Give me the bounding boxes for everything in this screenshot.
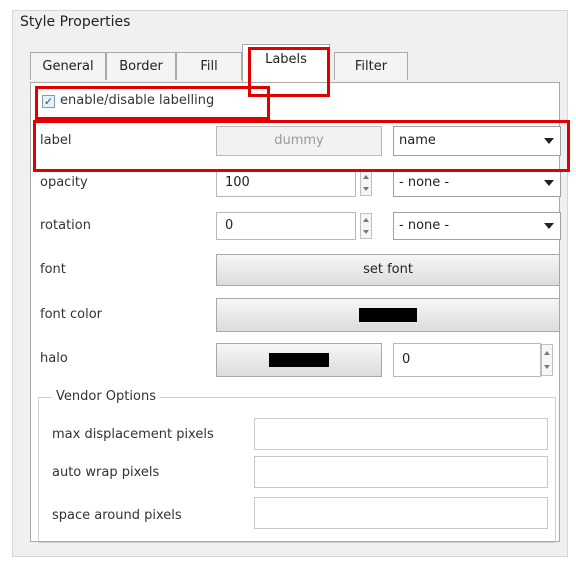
spinner-up-icon bbox=[363, 218, 369, 222]
set-font-button[interactable]: set font bbox=[216, 254, 560, 286]
label-attribute-select[interactable]: name bbox=[393, 126, 561, 156]
tab-filter[interactable]: Filter bbox=[334, 52, 408, 80]
max-displacement-label: max displacement pixels bbox=[52, 427, 214, 442]
labelling-checkbox[interactable]: ✓ bbox=[42, 95, 55, 108]
chevron-down-icon bbox=[544, 223, 554, 229]
labelling-checkbox-label: enable/disable labelling bbox=[60, 93, 215, 108]
label-row-label: label bbox=[40, 133, 72, 148]
tab-general[interactable]: General bbox=[30, 52, 106, 80]
space-around-input[interactable] bbox=[254, 497, 548, 529]
font-color-label: font color bbox=[40, 307, 103, 322]
rotation-spinner[interactable] bbox=[360, 213, 372, 239]
rotation-label: rotation bbox=[40, 218, 91, 233]
spinner-down-icon bbox=[544, 365, 550, 369]
spinner-down-icon bbox=[363, 230, 369, 234]
rotation-attribute-select[interactable]: - none - bbox=[393, 212, 561, 240]
chevron-down-icon bbox=[544, 138, 554, 144]
halo-radius-input[interactable]: 0 bbox=[393, 343, 541, 377]
tab-border[interactable]: Border bbox=[106, 52, 176, 80]
opacity-label: opacity bbox=[40, 175, 88, 190]
auto-wrap-label: auto wrap pixels bbox=[52, 465, 160, 480]
halo-color-button[interactable] bbox=[216, 343, 382, 377]
opacity-spinner[interactable] bbox=[360, 170, 372, 196]
auto-wrap-input[interactable] bbox=[254, 456, 548, 488]
opacity-attribute-select[interactable]: - none - bbox=[393, 169, 561, 197]
rotation-attribute-select-value: - none - bbox=[399, 218, 450, 233]
spinner-up-icon bbox=[363, 175, 369, 179]
label-value-field[interactable]: dummy bbox=[216, 126, 382, 156]
label-attribute-select-value: name bbox=[399, 133, 436, 148]
tab-fill[interactable]: Fill bbox=[176, 52, 242, 80]
vendor-options-title: Vendor Options bbox=[52, 389, 160, 404]
halo-radius-spinner[interactable] bbox=[541, 344, 553, 376]
tab-labels[interactable]: Labels bbox=[242, 44, 330, 82]
opacity-input[interactable]: 100 bbox=[216, 169, 356, 197]
opacity-attribute-select-value: - none - bbox=[399, 175, 450, 190]
font-color-button[interactable] bbox=[216, 298, 560, 332]
spinner-up-icon bbox=[544, 351, 550, 355]
max-displacement-input[interactable] bbox=[254, 418, 548, 450]
space-around-label: space around pixels bbox=[52, 508, 182, 523]
panel-title: Style Properties bbox=[20, 14, 131, 30]
halo-color-swatch bbox=[269, 353, 329, 367]
font-color-swatch bbox=[359, 308, 417, 322]
halo-label: halo bbox=[40, 351, 68, 366]
rotation-input[interactable]: 0 bbox=[216, 212, 356, 240]
chevron-down-icon bbox=[544, 180, 554, 186]
spinner-down-icon bbox=[363, 187, 369, 191]
font-label: font bbox=[40, 262, 66, 277]
